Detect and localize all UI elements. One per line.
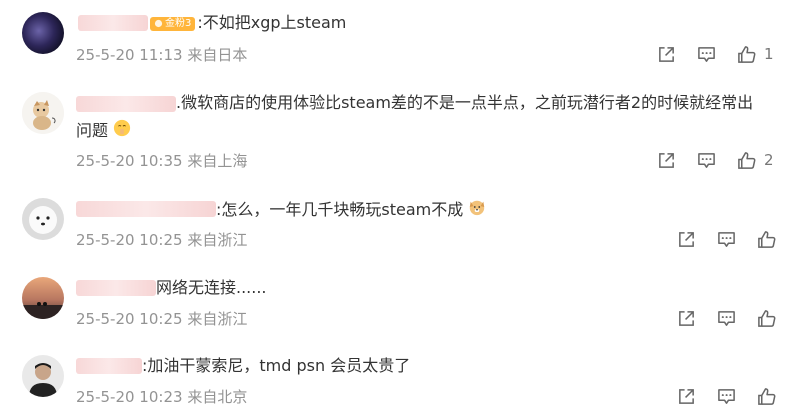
location: 来自浙江 [187, 310, 248, 328]
comment-text: 金粉3 :不如把xgp上steam [150, 9, 346, 37]
username-redacted[interactable] [76, 358, 142, 374]
comment-text: 网络无连接...... [156, 278, 267, 297]
share-icon[interactable] [676, 308, 696, 328]
avatar[interactable] [22, 92, 64, 134]
comment-meta: 25-5-20 10:23 来自北京 [76, 386, 247, 407]
share-icon[interactable] [656, 150, 676, 170]
comment-item: 网络无连接...... 25-5-20 10:25 来自浙江 [0, 268, 786, 348]
timestamp: 25-5-20 11:13 [76, 46, 183, 64]
location: 来自上海 [187, 152, 248, 170]
comment-item: .微软商店的使用体验比steam差的不是一点半点，之前玩潜行者2的时候就经常出 … [0, 80, 786, 180]
comment-actions [676, 227, 776, 251]
username-redacted[interactable] [76, 96, 176, 112]
thumbs-up-icon[interactable] [756, 229, 776, 249]
comment-text-line2: 问题 [76, 117, 131, 146]
comment-meta: 25-5-20 10:25 来自浙江 [76, 229, 247, 250]
shushing-face-icon [113, 118, 131, 146]
comment-icon[interactable] [716, 229, 736, 249]
comment-actions: 1 [656, 42, 774, 66]
username-redacted[interactable] [78, 15, 148, 31]
comment-icon[interactable] [716, 386, 736, 406]
comment-icon[interactable] [696, 44, 716, 64]
timestamp: 25-5-20 10:25 [76, 310, 183, 328]
comment-actions: 2 [656, 148, 774, 172]
like-count: 2 [764, 151, 774, 169]
dog-face-icon [468, 197, 486, 225]
comment-text: :怎么，一年几千块畅玩steam不成 [216, 196, 486, 225]
medal-icon [154, 19, 163, 28]
username-redacted[interactable] [76, 201, 216, 217]
comment-meta: 25-5-20 10:25 来自浙江 [76, 308, 247, 329]
comment-actions [676, 384, 776, 408]
avatar[interactable] [22, 277, 64, 319]
comment-item: :怎么，一年几千块畅玩steam不成 25-5-20 10:25 来自浙江 [0, 188, 786, 268]
location: 来自北京 [187, 388, 248, 406]
comment-text: :加油干蒙索尼，tmd psn 会员太贵了 [142, 356, 411, 375]
timestamp: 25-5-20 10:25 [76, 231, 183, 249]
username-redacted[interactable] [76, 280, 156, 296]
timestamp: 25-5-20 10:23 [76, 388, 183, 406]
avatar[interactable] [22, 12, 64, 54]
comment-icon[interactable] [696, 150, 716, 170]
thumbs-up-icon[interactable] [736, 44, 756, 64]
avatar[interactable] [22, 198, 64, 240]
comment-item: 金粉3 :不如把xgp上steam 25-5-20 11:13 来自日本 1 [0, 0, 786, 80]
timestamp: 25-5-20 10:35 [76, 152, 183, 170]
share-icon[interactable] [656, 44, 676, 64]
share-icon[interactable] [676, 386, 696, 406]
thumbs-up-icon[interactable] [756, 308, 776, 328]
comment-meta: 25-5-20 11:13 来自日本 [76, 44, 247, 65]
thumbs-up-icon[interactable] [736, 150, 756, 170]
fan-badge: 金粉3 [150, 16, 196, 31]
share-icon[interactable] [676, 229, 696, 249]
avatar[interactable] [22, 355, 64, 397]
location: 来自浙江 [187, 231, 248, 249]
location: 来自日本 [187, 46, 248, 64]
comment-actions [676, 306, 776, 330]
comment-icon[interactable] [716, 308, 736, 328]
comment-item: :加油干蒙索尼，tmd psn 会员太贵了 25-5-20 10:23 来自北京 [0, 348, 786, 417]
comment-text: .微软商店的使用体验比steam差的不是一点半点，之前玩潜行者2的时候就经常出 [176, 93, 754, 112]
thumbs-up-icon[interactable] [756, 386, 776, 406]
comment-meta: 25-5-20 10:35 来自上海 [76, 150, 247, 171]
like-count: 1 [764, 45, 774, 63]
